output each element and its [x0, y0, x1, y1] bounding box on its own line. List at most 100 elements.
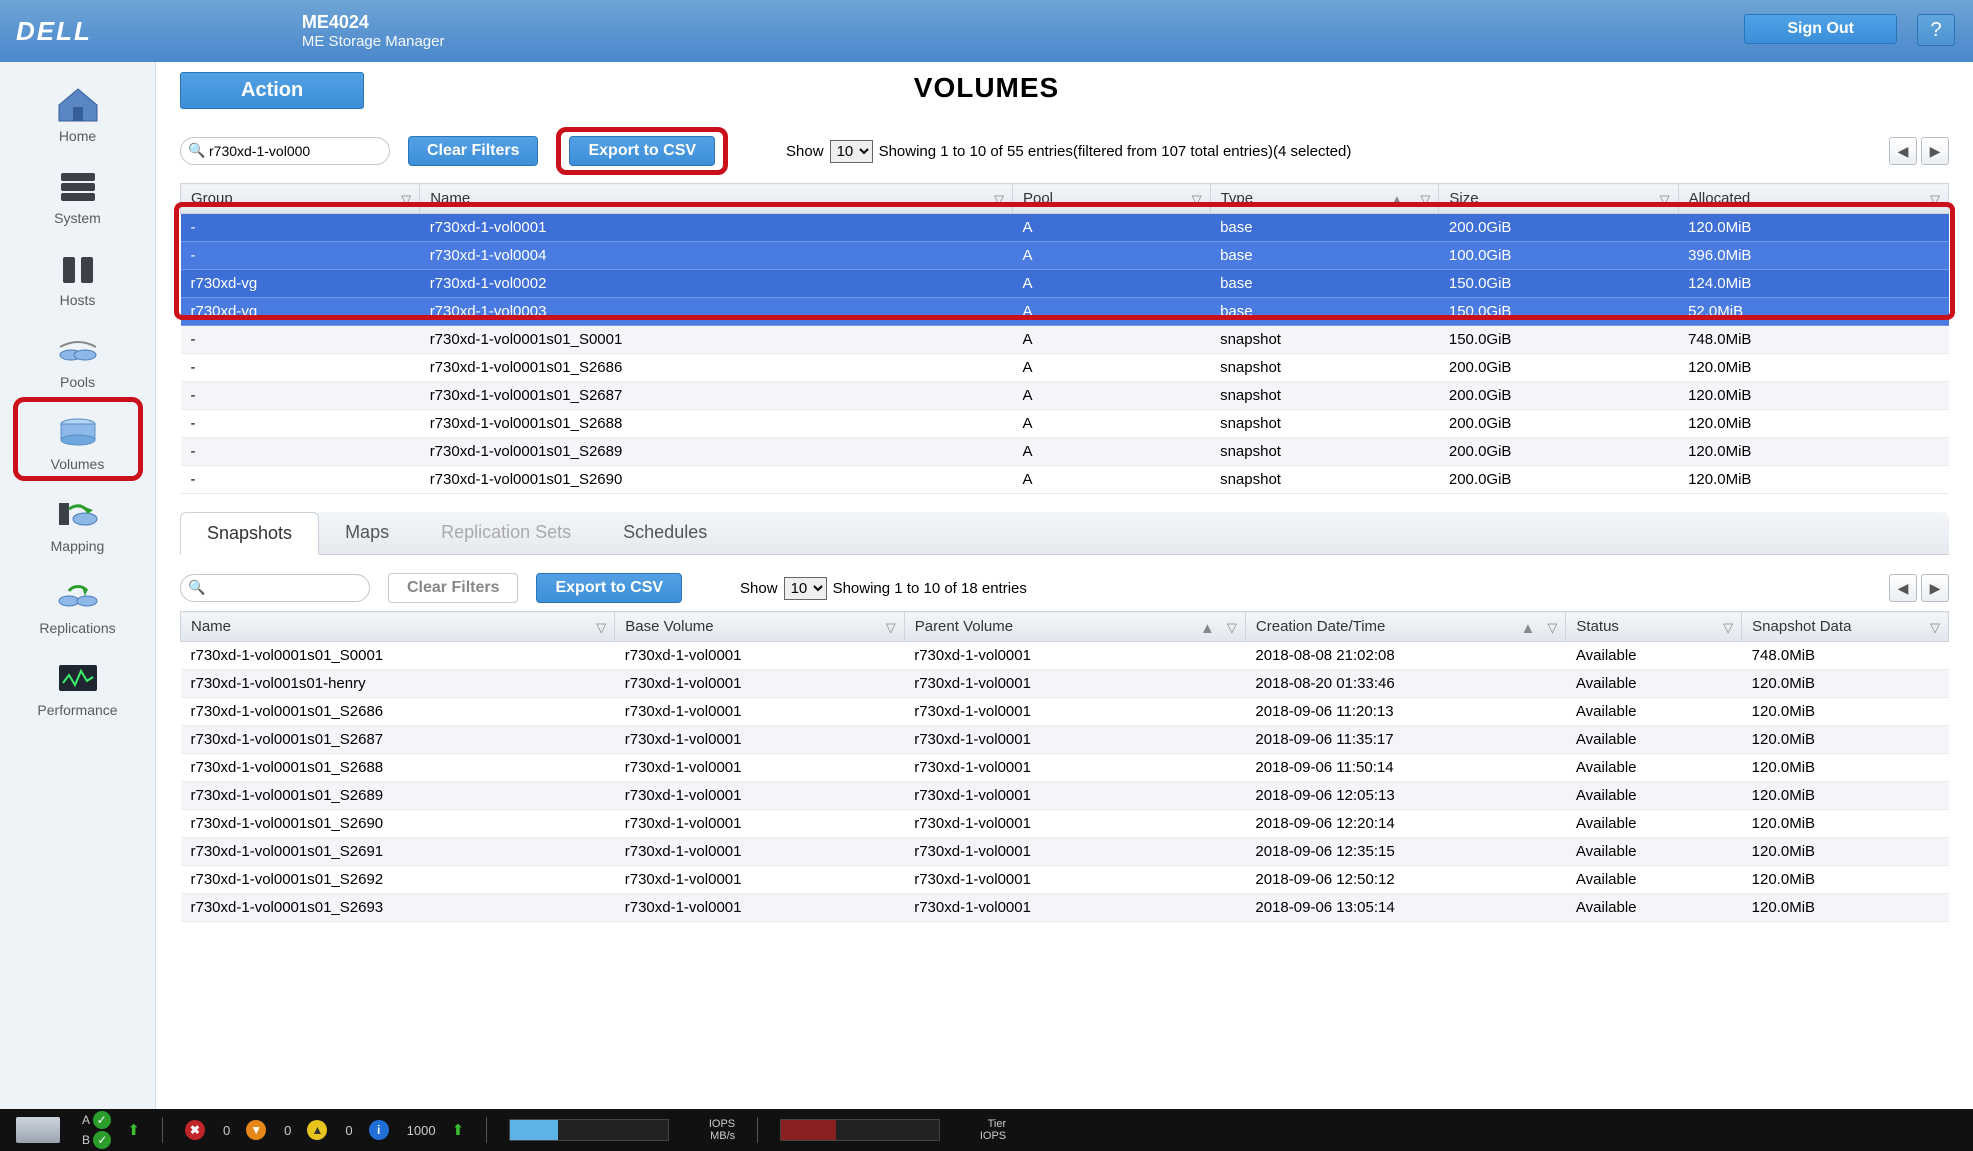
table-row[interactable]: -r730xd-1-vol0001s01_S2689Asnapshot200.0… [181, 438, 1949, 466]
sign-out-button[interactable]: Sign Out [1744, 14, 1897, 44]
table-row[interactable]: r730xd-vgr730xd-1-vol0002Abase150.0GiB12… [181, 270, 1949, 298]
product-name: ME4024 ME Storage Manager [302, 12, 445, 50]
sidebar-item-performance[interactable]: Performance [18, 648, 138, 722]
volumes-search-wrap: 🔍 [180, 137, 390, 165]
volumes-col-size[interactable]: Size▽ [1439, 184, 1678, 214]
filter-icon[interactable]: ▽ [1930, 620, 1940, 636]
snapshots-col-status[interactable]: Status▽ [1566, 612, 1742, 642]
table-row[interactable]: -r730xd-1-vol0001s01_S2690Asnapshot200.0… [181, 466, 1949, 494]
sidebar-item-volumes[interactable]: Volumes [18, 402, 138, 476]
snapshots-prev-page-button[interactable]: ◀ [1889, 574, 1917, 602]
snapshots-export-csv-button[interactable]: Export to CSV [536, 573, 682, 603]
snapshots-col-name[interactable]: Name▽ [181, 612, 615, 642]
filter-icon[interactable]: ▽ [1547, 620, 1557, 636]
cell-pool: A [1012, 326, 1210, 354]
cell-size: 200.0GiB [1439, 214, 1678, 242]
volumes-col-name[interactable]: Name▽ [420, 184, 1013, 214]
cell-data: 120.0MiB [1742, 810, 1949, 838]
snapshots-clear-filters-button[interactable]: Clear Filters [388, 573, 518, 603]
table-row[interactable]: r730xd-1-vol0001s01_S2693r730xd-1-vol000… [181, 894, 1949, 922]
volumes-col-group[interactable]: Group▽ [181, 184, 420, 214]
cell-status: Available [1566, 698, 1742, 726]
error-icon: ✖ [185, 1120, 205, 1140]
sidebar-item-hosts[interactable]: Hosts [18, 238, 138, 312]
volumes-show-select[interactable]: 10 [830, 140, 873, 163]
filter-icon[interactable]: ▽ [401, 192, 411, 208]
table-row[interactable]: r730xd-vgr730xd-1-vol0003Abase150.0GiB52… [181, 298, 1949, 326]
cell-parent: r730xd-1-vol0001 [904, 838, 1245, 866]
product-model: ME4024 [302, 12, 445, 33]
volumes-clear-filters-button[interactable]: Clear Filters [408, 136, 538, 166]
table-row[interactable]: r730xd-1-vol0001s01_S2691r730xd-1-vol000… [181, 838, 1949, 866]
table-row[interactable]: -r730xd-1-vol0001s01_S0001Asnapshot150.0… [181, 326, 1949, 354]
cell-base: r730xd-1-vol0001 [615, 726, 904, 754]
filter-icon[interactable]: ▽ [1723, 620, 1733, 636]
filter-icon[interactable]: ▽ [1227, 620, 1237, 636]
cell-dt: 2018-09-06 12:20:14 [1245, 810, 1566, 838]
action-button[interactable]: Action [180, 72, 364, 109]
cell-base: r730xd-1-vol0001 [615, 810, 904, 838]
help-button[interactable]: ? [1917, 14, 1955, 46]
sidebar-item-label: Home [59, 128, 96, 144]
snapshots-col-creation-date-time[interactable]: Creation Date/Time▲▽ [1245, 612, 1566, 642]
table-row[interactable]: r730xd-1-vol0001s01_S2689r730xd-1-vol000… [181, 782, 1949, 810]
cell-data: 120.0MiB [1742, 726, 1949, 754]
tier-meter [780, 1119, 940, 1141]
cell-base: r730xd-1-vol0001 [615, 670, 904, 698]
table-row[interactable]: -r730xd-1-vol0001Abase200.0GiB120.0MiB [181, 214, 1949, 242]
volumes-col-type[interactable]: Type▽▲ [1210, 184, 1439, 214]
sidebar-item-label: Performance [37, 702, 117, 718]
table-row[interactable]: r730xd-1-vol001s01-henryr730xd-1-vol0001… [181, 670, 1949, 698]
filter-icon[interactable]: ▽ [596, 620, 606, 636]
sidebar-item-system[interactable]: System [18, 156, 138, 230]
volumes-search-input[interactable] [180, 137, 390, 165]
table-row[interactable]: r730xd-1-vol0001s01_S2690r730xd-1-vol000… [181, 810, 1949, 838]
volumes-export-csv-button[interactable]: Export to CSV [569, 136, 715, 166]
snapshots-search-input[interactable] [180, 574, 370, 602]
snapshots-col-base-volume[interactable]: Base Volume▽ [615, 612, 904, 642]
snapshots-next-page-button[interactable]: ▶ [1921, 574, 1949, 602]
tab-schedules[interactable]: Schedules [597, 512, 733, 554]
table-row[interactable]: r730xd-1-vol0001s01_S2692r730xd-1-vol000… [181, 866, 1949, 894]
cell-pool: A [1012, 410, 1210, 438]
sidebar-item-home[interactable]: Home [18, 74, 138, 148]
sidebar-item-replications[interactable]: Replications [18, 566, 138, 640]
table-row[interactable]: -r730xd-1-vol0001s01_S2688Asnapshot200.0… [181, 410, 1949, 438]
snapshots-col-parent-volume[interactable]: Parent Volume▲▽ [904, 612, 1245, 642]
filter-icon[interactable]: ▽ [994, 192, 1004, 208]
filter-icon[interactable]: ▽ [1930, 192, 1940, 208]
table-row[interactable]: -r730xd-1-vol0001s01_S2687Asnapshot200.0… [181, 382, 1949, 410]
cell-alloc: 396.0MiB [1678, 242, 1948, 270]
cell-size: 200.0GiB [1439, 382, 1678, 410]
volumes-next-page-button[interactable]: ▶ [1921, 137, 1949, 165]
filter-icon[interactable]: ▽ [1192, 192, 1202, 208]
sidebar-item-mapping[interactable]: Mapping [18, 484, 138, 558]
snapshots-col-snapshot-data[interactable]: Snapshot Data▽ [1742, 612, 1949, 642]
table-row[interactable]: r730xd-1-vol0001s01_S2686r730xd-1-vol000… [181, 698, 1949, 726]
expand-icon[interactable]: ⬆ [452, 1121, 465, 1139]
snapshots-table[interactable]: Name▽Base Volume▽Parent Volume▲▽Creation… [180, 611, 1949, 922]
filter-icon[interactable]: ▽ [1660, 192, 1670, 208]
home-icon [48, 82, 108, 126]
tab-maps[interactable]: Maps [319, 512, 415, 554]
table-row[interactable]: -r730xd-1-vol0004Abase100.0GiB396.0MiB [181, 242, 1949, 270]
table-row[interactable]: r730xd-1-vol0001s01_S0001r730xd-1-vol000… [181, 642, 1949, 670]
table-row[interactable]: -r730xd-1-vol0001s01_S2686Asnapshot200.0… [181, 354, 1949, 382]
table-row[interactable]: r730xd-1-vol0001s01_S2687r730xd-1-vol000… [181, 726, 1949, 754]
filter-icon[interactable]: ▽ [1420, 192, 1430, 208]
volumes-col-allocated[interactable]: Allocated▽ [1678, 184, 1948, 214]
filter-icon[interactable]: ▽ [886, 620, 896, 636]
cell-parent: r730xd-1-vol0001 [904, 642, 1245, 670]
cell-name: r730xd-1-vol0002 [420, 270, 1013, 298]
cell-size: 200.0GiB [1439, 410, 1678, 438]
expand-icon[interactable]: ⬆ [127, 1121, 140, 1139]
volumes-table[interactable]: Group▽Name▽Pool▽Type▽▲Size▽Allocated▽ -r… [180, 183, 1949, 494]
table-row[interactable]: r730xd-1-vol0001s01_S2688r730xd-1-vol000… [181, 754, 1949, 782]
cell-type: snapshot [1210, 382, 1439, 410]
volumes-col-pool[interactable]: Pool▽ [1012, 184, 1210, 214]
tab-snapshots[interactable]: Snapshots [180, 512, 319, 555]
volumes-prev-page-button[interactable]: ◀ [1889, 137, 1917, 165]
sidebar-item-pools[interactable]: Pools [18, 320, 138, 394]
snapshots-search-wrap: 🔍 [180, 574, 370, 602]
snapshots-show-select[interactable]: 10 [784, 577, 827, 600]
